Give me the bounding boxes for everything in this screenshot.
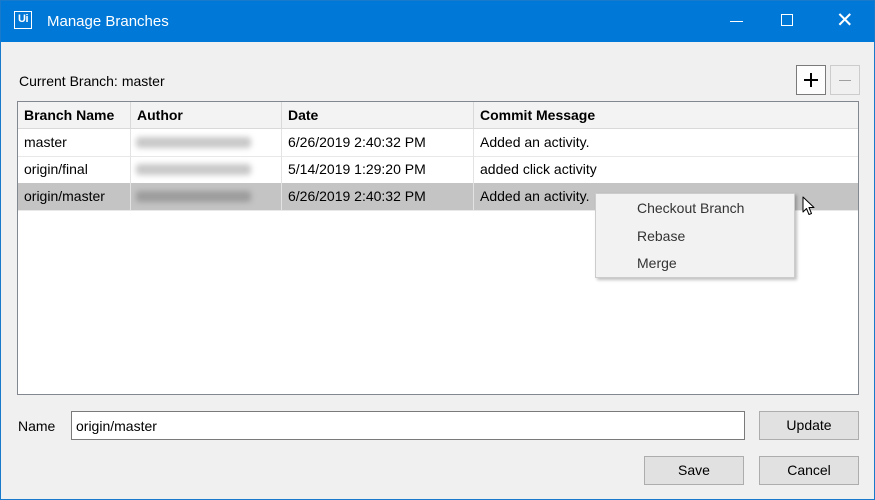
author-cell: [131, 129, 282, 156]
date-cell: 6/26/2019 2:40:32 PM: [282, 183, 474, 210]
date-cell: 5/14/2019 1:29:20 PM: [282, 156, 474, 183]
redacted-author: [136, 137, 251, 148]
add-branch-button[interactable]: [796, 65, 826, 95]
date-cell: 6/26/2019 2:40:32 PM: [282, 129, 474, 156]
minus-icon: [839, 80, 851, 81]
current-branch-indicator: Current Branch: master: [19, 73, 165, 89]
close-button[interactable]: ✕: [821, 1, 867, 42]
branch-name-cell: master: [18, 129, 131, 156]
save-button[interactable]: Save: [644, 456, 744, 485]
maximize-button[interactable]: [765, 1, 811, 42]
branch-name-input[interactable]: [71, 411, 745, 440]
menu-item-checkout-branch[interactable]: Checkout Branch: [596, 195, 794, 222]
update-button[interactable]: Update: [759, 411, 859, 440]
remove-branch-button[interactable]: [830, 65, 860, 95]
mouse-cursor-icon: [802, 196, 815, 215]
menu-item-rebase[interactable]: Rebase: [596, 223, 794, 250]
commit-message-cell: Added an activity.: [480, 134, 590, 150]
uipath-logo-icon: Ui: [14, 11, 32, 29]
name-label: Name: [18, 418, 56, 434]
minimize-icon: [730, 21, 743, 22]
redacted-author: [136, 191, 251, 202]
menu-item-merge[interactable]: Merge: [596, 250, 794, 277]
current-branch-value: master: [121, 73, 165, 89]
close-icon: ✕: [836, 9, 854, 32]
branch-name-cell: origin/final: [18, 156, 131, 183]
commit-message-cell: added click activity: [480, 161, 597, 177]
branch-context-menu: Checkout Branch Rebase Merge: [595, 193, 795, 278]
title-bar[interactable]: Ui Manage Branches ✕: [1, 1, 874, 42]
column-header-commit-message[interactable]: Commit Message: [474, 102, 858, 128]
author-cell: [131, 156, 282, 183]
manage-branches-dialog: Ui Manage Branches ✕ Current Branch: mast…: [0, 0, 875, 500]
column-header-branch-name[interactable]: Branch Name: [18, 102, 131, 128]
column-header-date[interactable]: Date: [282, 102, 474, 128]
minimize-button[interactable]: [714, 1, 760, 42]
current-branch-label: Current Branch:: [19, 73, 118, 89]
cancel-button[interactable]: Cancel: [759, 456, 859, 485]
table-header: Branch Name Author Date Commit Message: [18, 102, 858, 129]
author-cell: [131, 183, 282, 210]
window-title: Manage Branches: [47, 13, 169, 30]
table-row[interactable]: origin/final 5/14/2019 1:29:20 PM added …: [18, 156, 858, 184]
maximize-icon: [781, 14, 793, 26]
redacted-author: [136, 164, 251, 175]
table-row[interactable]: master 6/26/2019 2:40:32 PM Added an act…: [18, 129, 858, 157]
branch-name-cell: origin/master: [18, 183, 131, 210]
column-header-author[interactable]: Author: [131, 102, 282, 128]
